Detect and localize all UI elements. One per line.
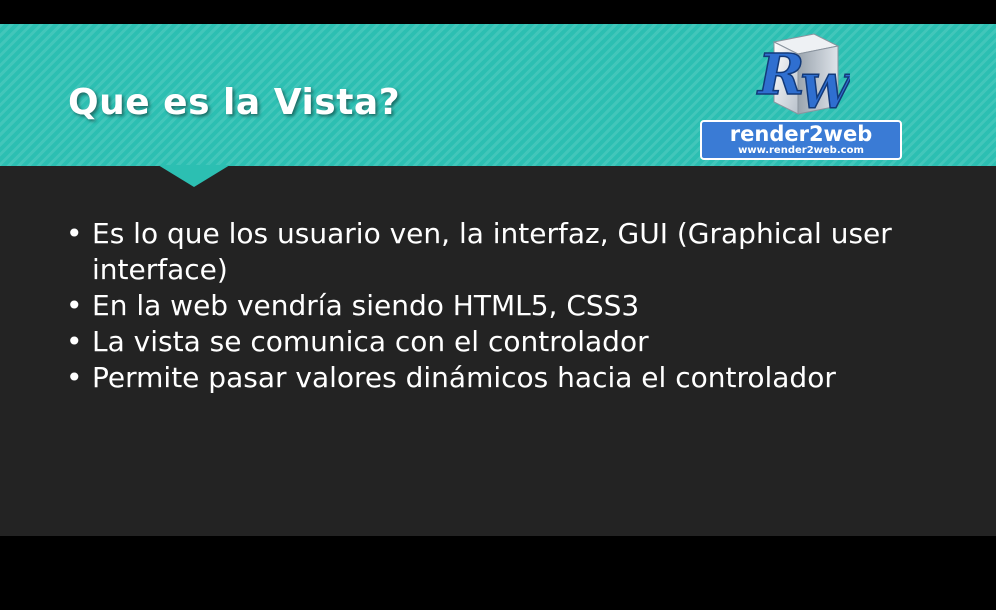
rw-logo-mark-icon: R W: [755, 33, 850, 120]
bullet-dot-icon: •: [66, 361, 83, 394]
render2web-logo: R W render2web www.render2web.com: [698, 28, 904, 162]
bullet-dot-icon: •: [66, 217, 83, 250]
bullet-text: Es lo que los usuario ven, la interfaz, …: [92, 217, 892, 286]
bullet-item: • Permite pasar valores dinámicos hacia e…: [66, 360, 946, 396]
bullet-list: • Es lo que los usuario ven, la interfaz,…: [66, 216, 946, 396]
bullet-item: • Es lo que los usuario ven, la interfaz,…: [66, 216, 946, 288]
bullet-dot-icon: •: [66, 289, 83, 322]
header-pointer-notch: [158, 165, 230, 187]
bullet-item: • En la web vendría siendo HTML5, CSS3: [66, 288, 946, 324]
video-letterbox-top: [0, 0, 996, 24]
bullet-dot-icon: •: [66, 325, 83, 358]
logo-letter-r: R: [756, 42, 805, 108]
bullet-text: En la web vendría siendo HTML5, CSS3: [92, 289, 640, 322]
logo-banner: render2web www.render2web.com: [700, 120, 902, 160]
bullet-text: La vista se comunica con el controlador: [92, 325, 649, 358]
logo-url: www.render2web.com: [738, 145, 864, 156]
bullet-item: • La vista se comunica con el controlador: [66, 324, 946, 360]
logo-letter-w: W: [800, 65, 850, 119]
bullet-text: Permite pasar valores dinámicos hacia el…: [92, 361, 836, 394]
video-letterbox-bottom: [0, 536, 996, 610]
logo-name: render2web: [729, 122, 873, 146]
presentation-slide: Que es la Vista? R W render2web www.rend…: [0, 24, 996, 536]
slide-title: Que es la Vista?: [68, 82, 401, 123]
